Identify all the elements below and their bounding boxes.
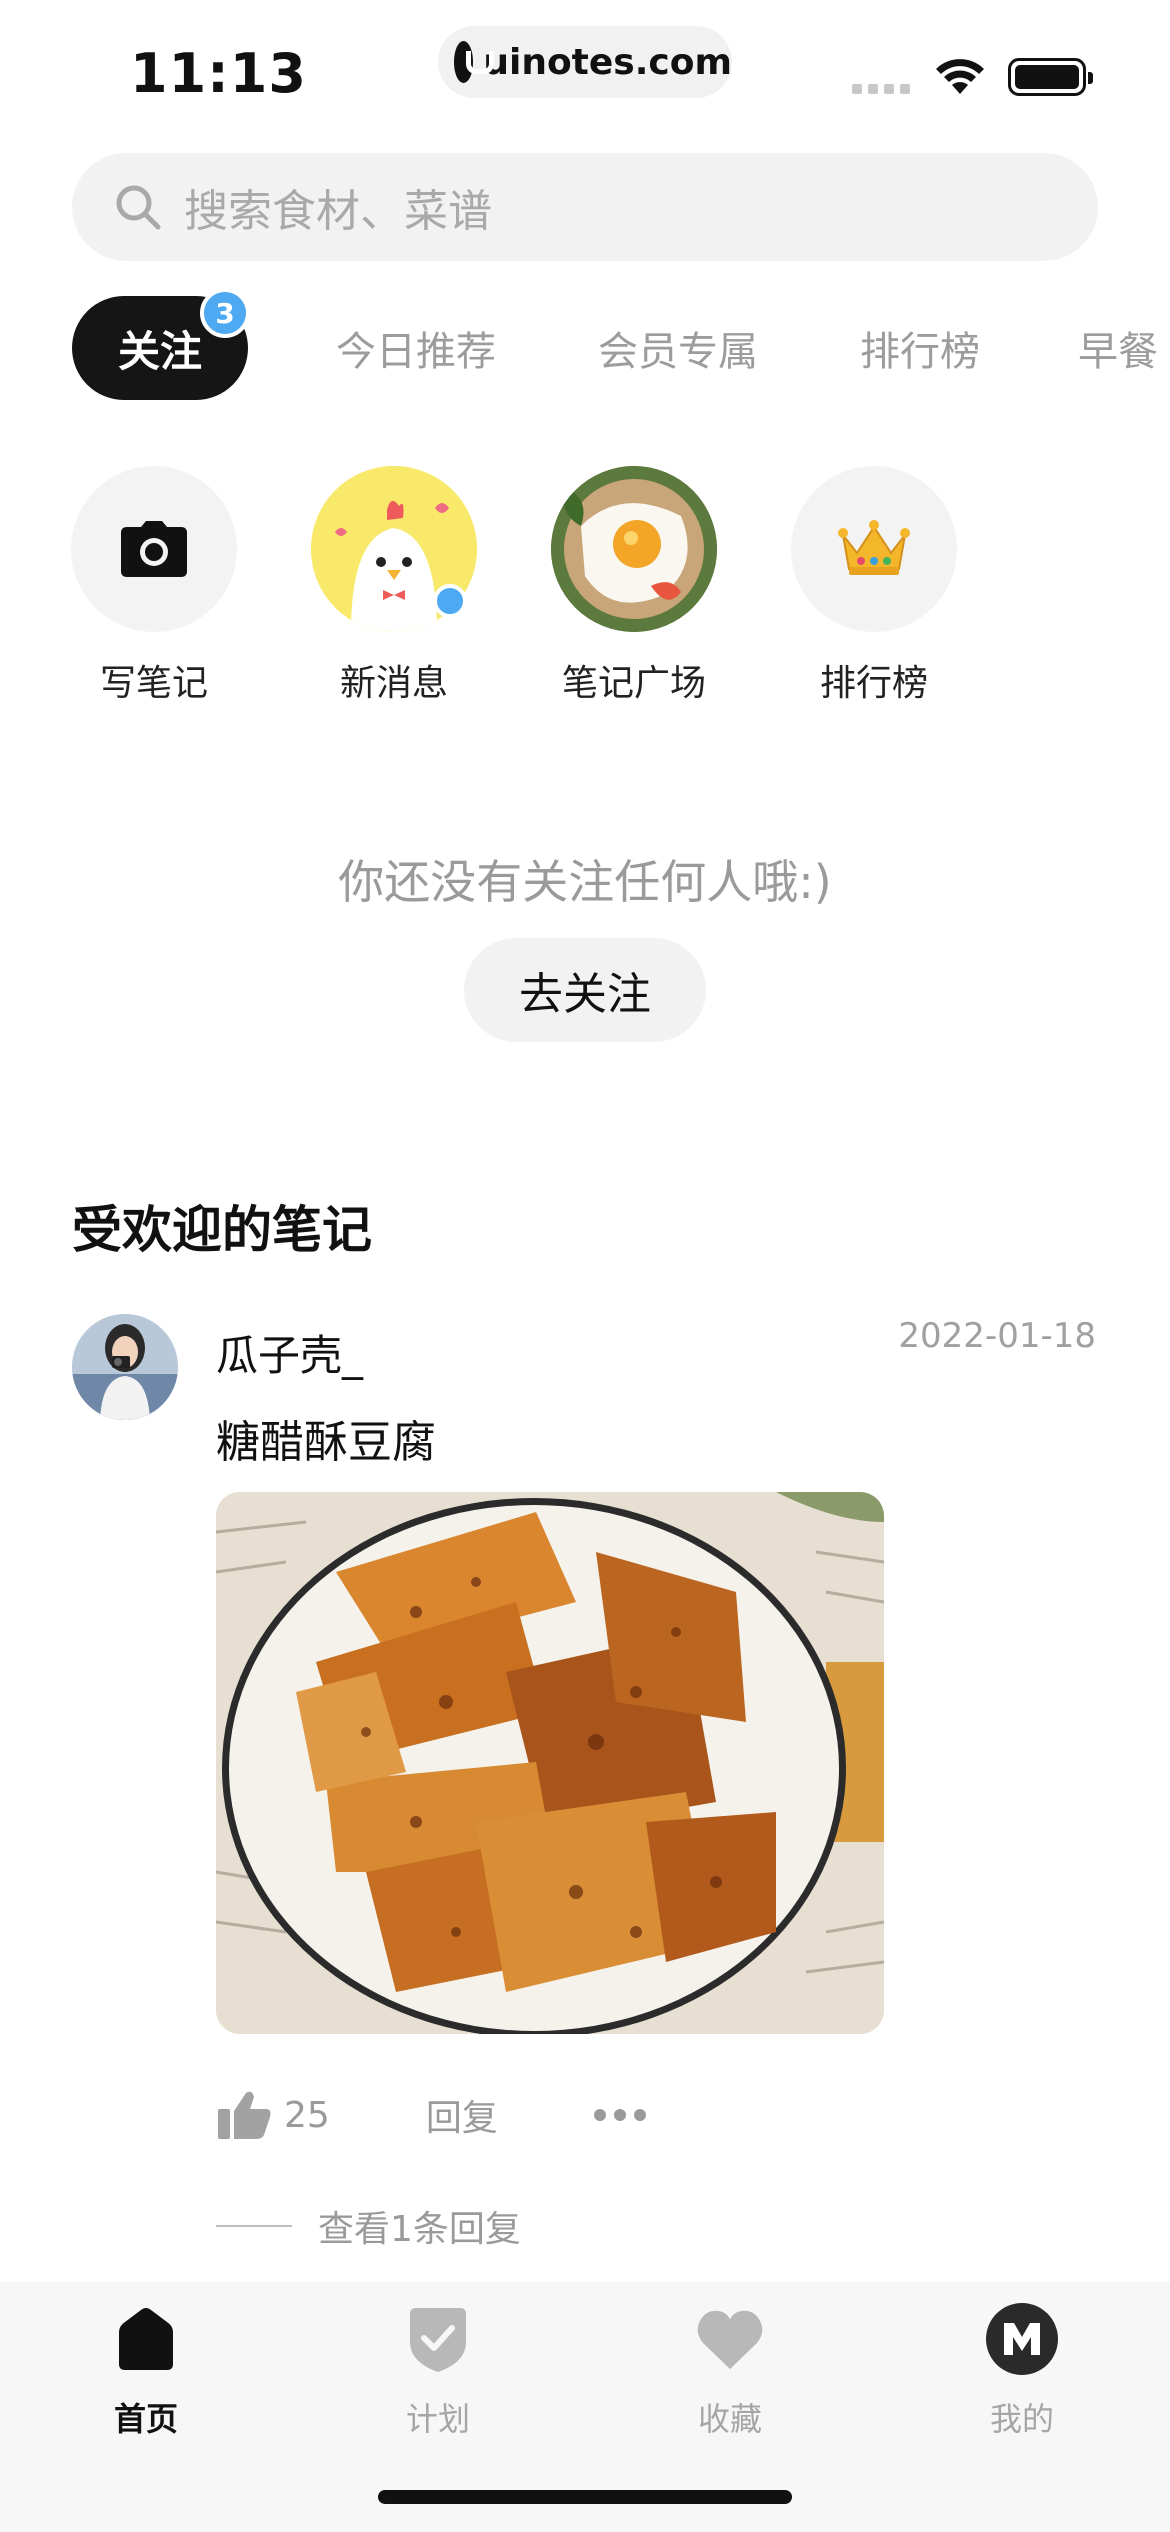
tab-label: 排行榜 <box>860 329 980 375</box>
tab-breakfast[interactable]: 早餐 <box>1078 296 1158 400</box>
tab-today-recommend[interactable]: 今日推荐 <box>336 296 496 400</box>
plan-shield-icon <box>410 2308 466 2372</box>
follow-count-badge: 3 <box>200 288 250 338</box>
tabbar-label: 计划 <box>405 2400 470 2438</box>
go-follow-button[interactable]: 去关注 <box>464 938 706 1042</box>
tab-label: 关注 <box>117 326 202 376</box>
no-follow-message: 你还没有关注任何人哦:) <box>338 855 832 909</box>
more-options-icon[interactable] <box>593 2109 646 2121</box>
note-actions: 25 回复 <box>216 2080 916 2150</box>
note-title[interactable]: 糖醋酥豆腐 <box>216 1406 436 1470</box>
tabbar-label: 我的 <box>989 2400 1054 2438</box>
fried-egg-image <box>551 466 717 632</box>
home-indicator[interactable] <box>378 2490 792 2504</box>
category-tabs: 关注 3 今日推荐 会员专属 排行榜 早餐 <box>72 288 1170 400</box>
divider-line <box>216 2225 292 2227</box>
battery-icon <box>1008 58 1093 96</box>
quick-actions: 写笔记 新消息 笔记广场 排行榜 <box>0 466 1170 706</box>
unread-dot <box>433 584 467 618</box>
cellular-signal-icon <box>852 84 910 94</box>
url-text: uinotes.com <box>483 41 732 83</box>
post-date: 2022-01-18 <box>898 1316 1096 1356</box>
quick-label: 笔记广场 <box>561 663 706 704</box>
wifi-icon <box>936 59 984 94</box>
tabbar-plan[interactable]: 计划 <box>348 2302 528 2440</box>
quick-label: 写笔记 <box>99 663 208 704</box>
quick-ranking[interactable]: 排行榜 <box>774 466 974 706</box>
chick-avatar <box>311 466 477 632</box>
profile-m-icon <box>986 2303 1058 2375</box>
quick-write-note[interactable]: 写笔记 <box>54 466 254 706</box>
quick-label: 新消息 <box>339 663 448 704</box>
ranking-circle <box>791 466 957 632</box>
author-name[interactable]: 瓜子壳_ <box>216 1322 363 1383</box>
quick-new-messages[interactable]: 新消息 <box>294 466 494 706</box>
tabbar-home[interactable]: 首页 <box>56 2302 236 2440</box>
view-replies-text: 查看1条回复 <box>318 2209 521 2250</box>
tab-label: 早餐 <box>1078 329 1158 375</box>
write-note-circle <box>71 466 237 632</box>
quick-note-square[interactable]: 笔记广场 <box>534 466 734 706</box>
view-replies-link[interactable]: 查看1条回复 <box>216 2200 521 2252</box>
crown-icon <box>838 520 910 575</box>
reply-button[interactable]: 回复 <box>426 2089 498 2141</box>
site-logo-icon <box>454 41 495 83</box>
note-photo[interactable] <box>216 1492 884 2034</box>
author-avatar[interactable] <box>72 1314 178 1420</box>
camera-icon <box>121 521 187 577</box>
tofu-dish-image <box>216 1492 884 2034</box>
heart-icon <box>697 2310 763 2369</box>
search-icon <box>116 185 161 230</box>
tabbar-label: 首页 <box>113 2400 178 2438</box>
section-title: 受欢迎的笔记 <box>72 1201 372 1259</box>
tab-ranking[interactable]: 排行榜 <box>860 296 980 400</box>
like-count: 25 <box>284 2094 330 2136</box>
tab-follow[interactable]: 关注 3 <box>72 288 250 400</box>
avatar-photo <box>72 1314 178 1420</box>
search-placeholder: 搜索食材、菜谱 <box>184 186 492 237</box>
status-time: 11:13 <box>130 42 307 105</box>
tabbar-favorites[interactable]: 收藏 <box>640 2302 820 2440</box>
url-pill[interactable]: uinotes.com <box>438 26 732 98</box>
home-icon <box>119 2308 173 2370</box>
search-bar[interactable]: 搜索食材、菜谱 <box>72 153 1098 261</box>
tab-label: 今日推荐 <box>336 329 496 375</box>
status-bar: 11:13 uinotes.com <box>0 0 1170 140</box>
tab-label: 会员专属 <box>598 329 758 375</box>
tabbar-label: 收藏 <box>697 2400 762 2438</box>
tabbar-profile[interactable]: 我的 <box>932 2302 1112 2440</box>
quick-label: 排行榜 <box>819 663 928 704</box>
fried-egg-photo <box>551 466 717 632</box>
tab-member-exclusive[interactable]: 会员专属 <box>598 296 758 400</box>
like-icon[interactable] <box>216 2089 272 2141</box>
